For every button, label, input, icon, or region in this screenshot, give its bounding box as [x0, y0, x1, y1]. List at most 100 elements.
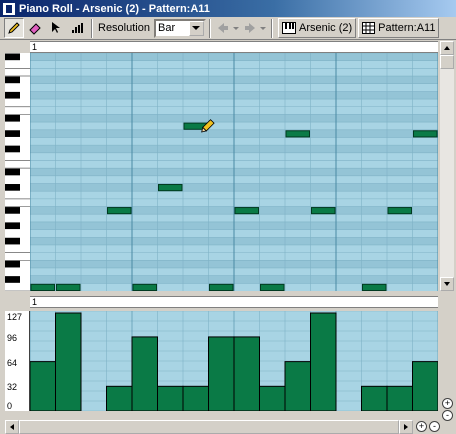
ruler-marker: 1	[32, 297, 38, 307]
window-title: Piano Roll - Arsenic (2) - Pattern:A11	[19, 2, 210, 15]
velocity-canvas[interactable]	[30, 311, 438, 411]
horizontal-scrollbar[interactable]	[5, 420, 413, 434]
piano-roll-app-icon	[3, 2, 15, 15]
velocity-vertical-scrollbar[interactable]	[440, 311, 454, 396]
eraser-icon	[29, 23, 41, 35]
note-block[interactable]	[413, 130, 438, 138]
arrow-right-icon	[404, 424, 408, 430]
note-block[interactable]	[30, 283, 55, 291]
scroll-thumb[interactable]	[19, 420, 399, 434]
velocity-bar	[259, 385, 286, 411]
velocity-bar	[310, 312, 337, 411]
toolbar-separator	[91, 18, 93, 38]
note-block[interactable]	[56, 283, 81, 291]
next-button[interactable]	[241, 18, 259, 38]
timeline-ruler[interactable]: 1	[30, 41, 438, 53]
arrow-down-icon	[444, 282, 450, 286]
note-block[interactable]	[260, 283, 285, 291]
scroll-left-button[interactable]	[5, 420, 19, 434]
black-key	[5, 168, 20, 176]
resolution-label: Resolution	[98, 22, 150, 34]
velocity-bar	[182, 385, 209, 411]
pencil-icon	[8, 22, 20, 34]
note-block[interactable]	[311, 207, 336, 215]
next-dropdown[interactable]	[259, 18, 268, 38]
resolution-value: Bar	[157, 22, 176, 34]
velocity-bar	[284, 361, 311, 411]
arrow-left-icon	[217, 23, 228, 33]
chevron-down-icon	[233, 26, 240, 30]
note-block[interactable]	[387, 207, 412, 215]
note-block[interactable]	[285, 130, 310, 138]
velocity-bar	[106, 385, 133, 411]
zoom-out-horizontal-icon[interactable]: -	[429, 421, 440, 432]
velocity-bar	[157, 385, 184, 411]
previous-dropdown[interactable]	[232, 18, 241, 38]
velocity-bar	[131, 336, 158, 411]
track-button-label: Arsenic (2)	[298, 22, 353, 34]
velocity-label-96: 96	[7, 333, 18, 343]
piano-keys[interactable]	[5, 53, 30, 292]
note-block[interactable]	[234, 207, 259, 215]
velocity-tool-button[interactable]	[67, 18, 87, 38]
keyboard-icon	[281, 22, 296, 34]
note-grid[interactable]	[30, 53, 438, 291]
toolbar-separator	[208, 18, 211, 38]
black-key	[5, 276, 20, 283]
velocity-label-64: 64	[7, 358, 18, 368]
velocity-bar	[361, 385, 388, 411]
previous-button[interactable]	[214, 18, 232, 38]
black-key	[5, 207, 20, 214]
toolbar: Resolution Bar Arsenic (2) Pattern:A11	[0, 17, 456, 40]
eraser-tool-button[interactable]	[25, 18, 45, 38]
black-key	[5, 237, 20, 245]
scroll-thumb[interactable]	[440, 55, 454, 69]
arrow-left-icon	[10, 424, 14, 430]
note-grid-vertical-scrollbar[interactable]	[440, 41, 454, 291]
resolution-select[interactable]: Bar	[153, 18, 206, 38]
velocity-label-0: 0	[7, 401, 13, 411]
zoom-out-icon[interactable]: -	[442, 410, 453, 421]
arrow-up-icon	[444, 46, 450, 50]
velocity-label-32: 32	[7, 382, 18, 392]
scroll-right-button[interactable]	[399, 420, 413, 434]
grid-icon	[362, 22, 376, 34]
velocity-label-127: 127	[7, 312, 23, 322]
track-button[interactable]: Arsenic (2)	[277, 18, 357, 38]
scroll-down-button[interactable]	[440, 277, 454, 291]
select-tool-button[interactable]	[46, 18, 66, 38]
note-block[interactable]	[107, 207, 132, 215]
velocity-timeline-ruler[interactable]: 1	[30, 296, 438, 308]
scroll-up-button[interactable]	[440, 41, 454, 55]
chevron-down-icon[interactable]	[188, 20, 204, 36]
zoom-in-horizontal-icon[interactable]: +	[416, 421, 427, 432]
pencil-tool-button[interactable]	[4, 18, 24, 38]
black-key	[5, 222, 20, 230]
black-key	[5, 130, 20, 137]
black-key	[5, 76, 20, 84]
arrow-right-icon	[244, 23, 255, 33]
note-block[interactable]	[362, 283, 387, 291]
chevron-down-icon	[260, 26, 267, 30]
black-key	[5, 53, 20, 61]
black-key	[5, 260, 20, 268]
note-grid-canvas[interactable]	[30, 53, 438, 291]
velocity-bar	[386, 385, 413, 411]
velocity-scale: 127 96 64 32 0	[5, 311, 30, 411]
black-key	[5, 145, 20, 153]
note-block[interactable]	[158, 184, 183, 192]
zoom-in-icon[interactable]: +	[442, 398, 453, 409]
note-block[interactable]	[132, 283, 157, 291]
black-key	[5, 114, 20, 122]
pattern-button[interactable]: Pattern:A11	[358, 18, 440, 38]
black-key	[5, 184, 20, 191]
velocity-bar	[233, 336, 260, 411]
pattern-button-label: Pattern:A11	[378, 22, 436, 34]
black-key	[5, 91, 20, 99]
note-block[interactable]	[209, 283, 234, 291]
velocity-bar	[412, 361, 438, 411]
velocity-lane[interactable]	[30, 311, 438, 411]
toolbar-separator	[270, 18, 273, 38]
piano-keyboard[interactable]	[5, 53, 30, 292]
velocity-bar	[208, 336, 235, 411]
